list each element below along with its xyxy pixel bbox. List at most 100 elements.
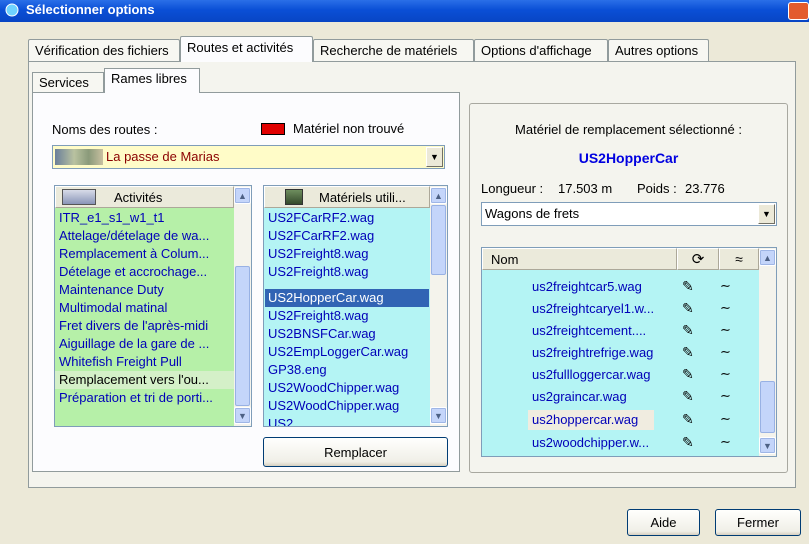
list-item[interactable]: US2EmpLoggerCar.wag	[268, 343, 408, 361]
wagon-icon	[285, 189, 303, 205]
subtab-free-consists[interactable]: Rames libres	[104, 68, 200, 93]
scroll-down-icon[interactable]: ▼	[759, 437, 776, 454]
column-name-label: Nom	[491, 251, 519, 267]
tab-routes-activities[interactable]: Routes et activités	[180, 36, 313, 62]
subtab-services[interactable]: Services	[32, 72, 104, 92]
row-icons-column: ✎ ∼ ✎ ∼ ✎ ∼ ✎ ∼ ✎ ∼ ✎ ∼ ✎ ∼ ✎ ∼	[682, 278, 762, 456]
list-item[interactable]: us2freightrefrige.wag	[532, 344, 653, 362]
route-thumbnail-icon	[55, 149, 103, 165]
list-item[interactable]: US2BNSFCar.wag	[268, 325, 376, 343]
wrench-icon: ✎	[682, 366, 694, 382]
scroll-thumb[interactable]	[431, 205, 446, 275]
length-label: Longueur :	[481, 181, 544, 196]
not-found-legend-swatch	[261, 123, 285, 135]
coupler-icon: ≈	[735, 251, 743, 267]
chevron-down-icon[interactable]: ▼	[758, 204, 775, 224]
chevron-down-icon[interactable]: ▼	[426, 147, 443, 167]
consists-header-label: Matériels utili...	[319, 189, 406, 205]
list-item[interactable]: GP38.eng	[268, 361, 327, 379]
list-item[interactable]: US2Freight8.wag	[268, 263, 368, 281]
tab-other-options[interactable]: Autres options	[608, 39, 709, 61]
list-item[interactable]: us2freightcar5.wag	[532, 278, 642, 296]
list-item[interactable]: Remplacement vers l'ou...	[59, 371, 209, 389]
tab-display-options[interactable]: Options d'affichage	[474, 39, 608, 61]
wrench-icon: ✎	[682, 344, 694, 360]
list-item[interactable]: us2fullloggercar.wag	[532, 366, 651, 384]
column-couple-header[interactable]: ≈	[719, 248, 759, 270]
consists-list[interactable]: Matériels utili... US2FCarRF2.wag US2FCa…	[263, 185, 448, 427]
column-rotate-header[interactable]: ⟳	[677, 248, 719, 270]
list-item[interactable]: US2WoodChipper.wag	[268, 397, 399, 415]
scroll-thumb[interactable]	[760, 381, 775, 433]
length-value: 17.503 m	[558, 181, 613, 196]
wrench-icon: ✎	[682, 434, 694, 450]
list-item[interactable]: Maintenance Duty	[59, 281, 164, 299]
list-item[interactable]: Remplacement à Colum...	[59, 245, 209, 263]
route-select[interactable]: La passe de Marias ▼	[52, 145, 445, 169]
activities-scrollbar[interactable]: ▲ ▼	[234, 186, 251, 426]
replacement-title: Matériel de remplacement sélectionné :	[515, 122, 742, 137]
close-window-icon[interactable]	[788, 2, 809, 20]
coupler-icon: ∼	[720, 388, 731, 403]
tab-material-search[interactable]: Recherche de matériels	[313, 39, 474, 61]
coupler-icon: ∼	[720, 322, 731, 337]
scroll-thumb[interactable]	[235, 266, 250, 406]
list-item[interactable]: US2FCarRF2.wag	[268, 227, 374, 245]
scroll-up-icon[interactable]: ▲	[759, 249, 776, 266]
consists-header[interactable]: Matériels utili...	[264, 186, 430, 208]
rotate-icon: ⟳	[691, 251, 705, 268]
locomotive-icon	[62, 189, 96, 205]
replacement-scrollbar[interactable]: ▲ ▼	[759, 248, 776, 456]
not-found-legend-label: Matériel non trouvé	[293, 121, 405, 136]
activities-header[interactable]: Activités	[55, 186, 234, 208]
list-item[interactable]: US2WoodChipper.wag	[268, 379, 399, 397]
coupler-icon: ∼	[720, 411, 731, 426]
list-item[interactable]: Multimodal matinal	[59, 299, 167, 317]
weight-label: Poids :	[637, 181, 677, 196]
category-select[interactable]: Wagons de frets ▼	[481, 202, 777, 226]
list-item-selected[interactable]: US2HopperCar.wag	[268, 289, 384, 307]
help-button[interactable]: Aide	[627, 509, 700, 536]
list-item[interactable]: US2Freight8.wag	[268, 245, 368, 263]
list-item[interactable]: us2freightcaryel1.w...	[532, 300, 654, 318]
list-item-selected[interactable]: us2hoppercar.wag	[532, 411, 638, 429]
scroll-up-icon[interactable]: ▲	[234, 187, 251, 204]
category-select-value: Wagons de frets	[485, 206, 580, 221]
weight-value: 23.776	[685, 181, 725, 196]
list-item[interactable]: US2FCarRF2.wag	[268, 209, 374, 227]
coupler-icon: ∼	[720, 434, 731, 449]
close-button[interactable]: Fermer	[715, 509, 801, 536]
list-item[interactable]: ITR_e1_s1_w1_t1	[59, 209, 165, 227]
coupler-icon: ∼	[720, 278, 731, 293]
wrench-icon: ✎	[682, 300, 694, 316]
coupler-icon: ∼	[720, 366, 731, 381]
activities-list[interactable]: Activités ITR_e1_s1_w1_t1 Attelage/détel…	[54, 185, 252, 427]
list-item[interactable]: US2Freight8.wag	[268, 307, 368, 325]
scroll-down-icon[interactable]: ▼	[234, 407, 251, 424]
replace-button[interactable]: Remplacer	[263, 437, 448, 467]
window-title: Sélectionner options	[26, 2, 155, 17]
tab-file-verification[interactable]: Vérification des fichiers	[28, 39, 180, 61]
list-item[interactable]: us2freightcement....	[532, 322, 646, 340]
list-item[interactable]: US2....	[268, 415, 308, 426]
app-icon	[4, 2, 22, 18]
column-name-header[interactable]: Nom	[482, 248, 677, 270]
activities-header-label: Activités	[114, 189, 163, 205]
list-item[interactable]: Whitefish Freight Pull	[59, 353, 182, 371]
consists-scrollbar[interactable]: ▲ ▼	[430, 186, 447, 426]
list-item[interactable]: us2graincar.wag	[532, 388, 627, 406]
list-item[interactable]: Aiguillage de la gare de ...	[59, 335, 209, 353]
wrench-icon: ✎	[682, 278, 694, 294]
wrench-icon: ✎	[682, 322, 694, 338]
scroll-up-icon[interactable]: ▲	[430, 187, 447, 204]
list-item[interactable]: Dételage et accrochage...	[59, 263, 207, 281]
replacement-list[interactable]: Nom ⟳ ≈ us2freightcar5.wag us2freightcar…	[481, 247, 777, 457]
coupler-icon: ∼	[720, 344, 731, 359]
list-item[interactable]: Fret divers de l'après-midi	[59, 317, 208, 335]
scroll-down-icon[interactable]: ▼	[430, 407, 447, 424]
routes-label: Noms des routes :	[52, 122, 158, 137]
list-item[interactable]: us2woodchipper.w...	[532, 434, 649, 452]
list-item[interactable]: Attelage/dételage de wa...	[59, 227, 209, 245]
list-item[interactable]: Préparation et tri de porti...	[59, 389, 213, 407]
coupler-icon: ∼	[720, 300, 731, 315]
